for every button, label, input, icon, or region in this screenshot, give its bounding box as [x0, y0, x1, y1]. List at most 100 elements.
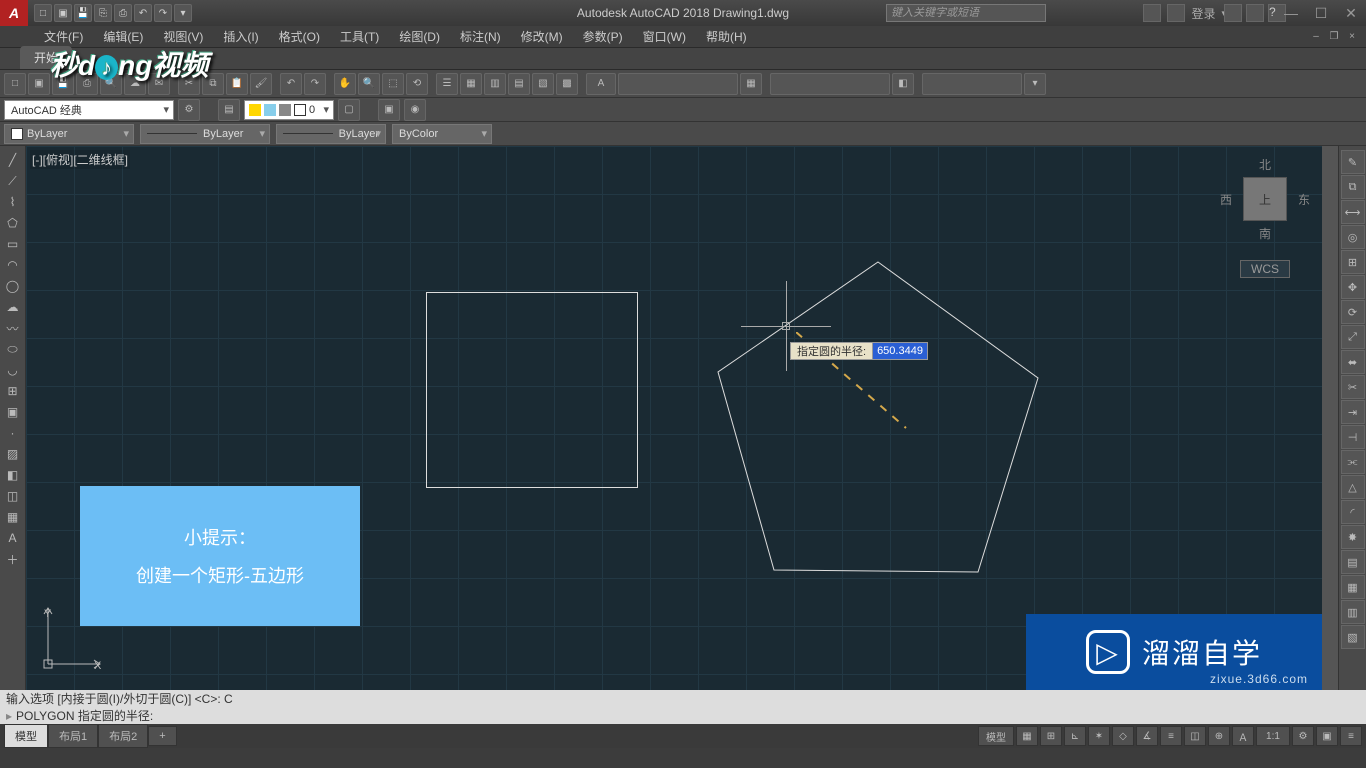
tb-properties-icon[interactable]: ☰ [436, 73, 458, 95]
tb-zoomw-icon[interactable]: ⬚ [382, 73, 404, 95]
mirror-tool-icon[interactable]: ⟷ [1341, 200, 1365, 224]
menu-parametric[interactable]: 参数(P) [573, 28, 633, 45]
ellipse-tool-icon[interactable]: ⬭ [2, 339, 24, 359]
viewcube-wcs[interactable]: WCS [1240, 260, 1290, 278]
otrack-toggle-icon[interactable]: ∡ [1136, 726, 1158, 746]
exchange-icon[interactable] [1224, 4, 1242, 22]
menu-modify[interactable]: 修改(M) [511, 28, 573, 45]
osnap-toggle-icon[interactable]: ◇ [1112, 726, 1134, 746]
menu-help[interactable]: 帮助(H) [696, 28, 757, 45]
minimize-button[interactable]: — [1276, 0, 1306, 26]
lwt-toggle-icon[interactable]: ≡ [1160, 726, 1182, 746]
tb-design-icon[interactable]: ▦ [460, 73, 482, 95]
plot-icon[interactable]: ⎙ [114, 4, 132, 22]
new-icon[interactable]: □ [34, 4, 52, 22]
extend-tool-icon[interactable]: ⇥ [1341, 400, 1365, 424]
mtext-tool-icon[interactable]: A [2, 528, 24, 548]
tb-hatch-icon[interactable] [770, 73, 890, 95]
rectangle-tool-icon[interactable]: ▭ [2, 234, 24, 254]
close-button[interactable]: ✕ [1336, 0, 1366, 26]
move-tool-icon[interactable]: ✥ [1341, 275, 1365, 299]
snap-toggle-icon[interactable]: ⊞ [1040, 726, 1062, 746]
offset-tool-icon[interactable]: ◎ [1341, 225, 1365, 249]
arc-tool-icon[interactable]: ◠ [2, 255, 24, 275]
tb-preview-icon[interactable]: 🔍 [100, 73, 122, 95]
line-tool-icon[interactable]: ╱ [2, 150, 24, 170]
model-tab[interactable]: 模型 [4, 724, 48, 748]
layer-match-icon[interactable]: ▢ [338, 99, 360, 121]
signin-label[interactable]: 登录 [1191, 5, 1215, 22]
add-layout-tab[interactable]: + [148, 726, 176, 746]
viewcube-north[interactable]: 北 [1220, 156, 1310, 173]
tb-new-icon[interactable]: □ [4, 73, 26, 95]
layout1-tab[interactable]: 布局1 [48, 724, 98, 748]
ortho-toggle-icon[interactable]: ⊾ [1064, 726, 1086, 746]
menu-insert[interactable]: 插入(I) [213, 28, 268, 45]
chamfer-tool-icon[interactable]: △ [1341, 475, 1365, 499]
mdi-close-button[interactable]: × [1344, 30, 1360, 44]
cart-icon[interactable] [1246, 4, 1264, 22]
status-model-button[interactable]: 模型 [978, 726, 1014, 746]
hatch-tool-icon[interactable]: ▨ [2, 444, 24, 464]
tb-send-icon[interactable]: ✉ [148, 73, 170, 95]
clean-screen-icon[interactable]: ▣ [1316, 726, 1338, 746]
props-palette-icon[interactable]: ▤ [1341, 550, 1365, 574]
tb-redo-icon[interactable]: ↷ [304, 73, 326, 95]
tb-copy-icon[interactable]: ⧉ [202, 73, 224, 95]
grid-toggle-icon[interactable]: ▦ [1016, 726, 1038, 746]
mdi-restore-button[interactable]: ❐ [1326, 30, 1342, 44]
scale-tool-icon[interactable]: ⤢ [1341, 325, 1365, 349]
viewport-label[interactable]: [-][俯视][二维线框] [30, 150, 130, 169]
explode-tool-icon[interactable]: ✸ [1341, 525, 1365, 549]
dynamic-input[interactable]: 指定圆的半径: 650.3449 [790, 342, 928, 360]
help-search-input[interactable]: 键入关键字或短语 [886, 4, 1046, 22]
viewcube-south[interactable]: 南 [1220, 225, 1310, 242]
layer-on-icon[interactable]: ◉ [404, 99, 426, 121]
layer-iso-icon[interactable]: ▣ [378, 99, 400, 121]
tb-plot-icon[interactable]: ⎙ [76, 73, 98, 95]
tb-more-icon[interactable]: ▾ [1024, 73, 1046, 95]
menu-tools[interactable]: 工具(T) [330, 28, 389, 45]
circle-tool-icon[interactable]: ◯ [2, 276, 24, 296]
fillet-tool-icon[interactable]: ◜ [1341, 500, 1365, 524]
scale-button[interactable]: 1:1 [1256, 726, 1290, 746]
tb-match-icon[interactable]: 🖌 [250, 73, 272, 95]
tb-tablestyle-icon[interactable]: ▦ [740, 73, 762, 95]
revcloud-tool-icon[interactable]: ☁ [2, 297, 24, 317]
array-tool-icon[interactable]: ⊞ [1341, 250, 1365, 274]
workspace-dropdown[interactable]: AutoCAD 经典 [4, 100, 174, 120]
menu-window[interactable]: 窗口(W) [633, 28, 696, 45]
join-tool-icon[interactable]: ⫘ [1341, 450, 1365, 474]
viewcube-top[interactable]: 上 [1243, 177, 1287, 221]
tb-toolpal-icon[interactable]: ▥ [484, 73, 506, 95]
menu-file[interactable]: 文件(F) [34, 28, 93, 45]
viewcube-east[interactable]: 东 [1298, 191, 1310, 208]
transparency-toggle-icon[interactable]: ◫ [1184, 726, 1206, 746]
layer-dropdown[interactable]: 0 [244, 100, 334, 120]
customize-icon[interactable]: ≡ [1340, 726, 1362, 746]
linetype-dropdown[interactable]: ByLayer [140, 124, 270, 144]
gear-icon[interactable]: ⚙ [1292, 726, 1314, 746]
menu-edit[interactable]: 编辑(E) [93, 28, 153, 45]
infocenter-icon[interactable] [1143, 4, 1161, 22]
region-tool-icon[interactable]: ◫ [2, 486, 24, 506]
tool-palette-icon[interactable]: ▥ [1341, 600, 1365, 624]
tb-calc-icon[interactable]: ▩ [556, 73, 578, 95]
spline-tool-icon[interactable]: 〰 [2, 318, 24, 338]
menu-dimension[interactable]: 标注(N) [450, 28, 511, 45]
tb-undo-icon[interactable]: ↶ [280, 73, 302, 95]
drawing-canvas[interactable]: [-][俯视][二维线框] 指定圆的半径: 650.3449 小提示： 创建一个… [26, 146, 1322, 690]
sheet-palette-icon[interactable]: ▧ [1341, 625, 1365, 649]
xline-tool-icon[interactable]: ⟋ [2, 171, 24, 191]
tb-publish-icon[interactable]: ☁ [124, 73, 146, 95]
mdi-minimize-button[interactable]: – [1308, 30, 1324, 44]
erase-tool-icon[interactable]: ✎ [1341, 150, 1365, 174]
open-icon[interactable]: ▣ [54, 4, 72, 22]
view-cube[interactable]: 北 西 上 东 南 WCS [1220, 156, 1310, 286]
color-dropdown[interactable]: ByLayer [4, 124, 134, 144]
save-icon[interactable]: 💾 [74, 4, 92, 22]
tb-sheet-icon[interactable]: ▤ [508, 73, 530, 95]
menu-draw[interactable]: 绘图(D) [389, 28, 450, 45]
maximize-button[interactable]: ☐ [1306, 0, 1336, 26]
tb-save-icon[interactable]: 💾 [52, 73, 74, 95]
